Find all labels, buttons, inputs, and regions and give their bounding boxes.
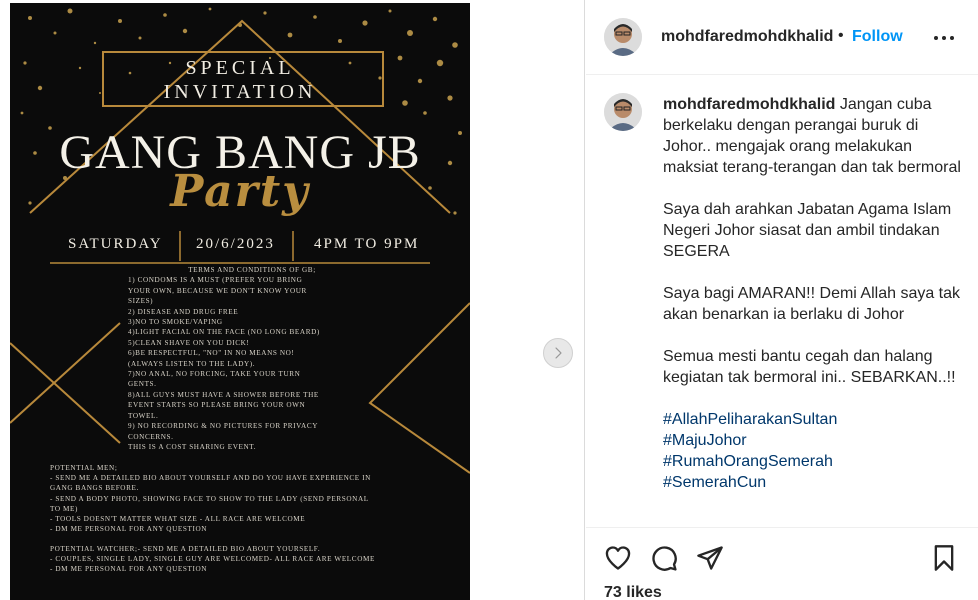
- poster-watcher-line: - COUPLES, SINGLE LADY, SINGLE GUY ARE W…: [50, 555, 375, 564]
- hashtag-list: #AllahPeliharakanSultan #MajuJohor #Ruma…: [663, 409, 963, 493]
- caption-username[interactable]: mohdfaredmohdkhalid: [663, 96, 835, 113]
- poster-term-line: 7)NO ANAL, NO FORCING, TAKE YOUR TURN: [128, 370, 301, 379]
- hashtag-link[interactable]: #MajuJohor: [663, 430, 963, 451]
- poster-term-line: CONCERNS.: [128, 432, 174, 441]
- post-actions-bar: 73 likes: [586, 527, 978, 600]
- poster-term-line: 3)NO TO SMOKE/VAPING: [128, 318, 223, 327]
- caption-avatar[interactable]: [604, 93, 642, 131]
- poster-party-text: Party: [170, 166, 310, 217]
- poster-terms: TERMS AND CONDITIONS OF GB; 1) CONDOMS I…: [128, 265, 376, 452]
- caption-paragraph: Semua mesti bantu cegah dan halang kegia…: [663, 348, 956, 386]
- hashtag-link[interactable]: #AllahPeliharakanSultan: [663, 409, 963, 430]
- poster-time: 4PM TO 9PM: [314, 236, 420, 252]
- poster-term-line: 8)ALL GUYS MUST HAVE A SHOWER BEFORE THE: [128, 390, 319, 399]
- post-media: SPECIAL INVITATION GANG BANG JB Party SA…: [0, 0, 585, 600]
- hashtag-link[interactable]: #RumahOrangSemerah: [663, 451, 963, 472]
- poster-term-line: GENTS.: [128, 380, 157, 389]
- poster-watcher-line: - DM ME PERSONAL FOR ANY QUESTION: [50, 565, 208, 574]
- header-separator-dot: •: [838, 27, 844, 44]
- poster-potential-men: POTENTIAL MEN; - SEND ME A DETAILED BIO …: [50, 463, 460, 534]
- poster-men-line: - SEND ME A DETAILED BIO ABOUT YOURSELF …: [50, 474, 371, 483]
- next-media-button[interactable]: [543, 338, 573, 368]
- post-caption: mohdfaredmohdkhalid Jangan cuba berkelak…: [663, 94, 963, 493]
- poster-term-line: THIS IS A COST SHARING EVENT.: [128, 442, 257, 451]
- chevron-right-icon: [555, 347, 562, 359]
- poster-term-line: 1) CONDOMS IS A MUST (PREFER YOU BRING: [128, 276, 303, 285]
- caption-paragraph: Saya bagi AMARAN!! Demi Allah saya tak a…: [663, 285, 961, 323]
- poster-day: SATURDAY: [68, 236, 163, 252]
- invitation-poster-image: SPECIAL INVITATION GANG BANG JB Party SA…: [10, 3, 470, 600]
- poster-term-line: EVENT STARTS SO PLEASE BRING YOUR OWN: [128, 401, 306, 410]
- poster-term-line: YOUR OWN, BECAUSE WE DON'T KNOW YOUR: [128, 286, 307, 295]
- post-header: mohdfaredmohdkhalid • Follow: [586, 0, 978, 75]
- avatar[interactable]: [604, 18, 642, 56]
- poster-term-line: SIZES): [128, 297, 154, 306]
- poster-special-text: SPECIAL: [185, 57, 295, 79]
- more-horizontal-icon[interactable]: [932, 29, 956, 47]
- poster-men-line: - DM ME PERSONAL FOR ANY QUESTION: [50, 525, 208, 534]
- poster-men-line: POTENTIAL MEN;: [50, 464, 118, 472]
- poster-term-line: TOWEL.: [128, 411, 159, 420]
- poster-men-line: - SEND A BODY PHOTO, SHOWING FACE TO SHO…: [50, 494, 369, 503]
- post-side-panel: mohdfaredmohdkhalid • Follow mohdfaredmo…: [586, 0, 978, 600]
- poster-watcher-line: POTENTIAL WATCHER;- SEND ME A DETAILED B…: [50, 545, 321, 553]
- poster-term-line: 5)CLEAN SHAVE ON YOU DICK!: [128, 338, 250, 347]
- heart-icon[interactable]: [604, 544, 632, 572]
- poster-term-line: 4)LIGHT FACIAL ON THE FACE (NO LONG BEAR…: [128, 328, 320, 337]
- poster-terms-heading: TERMS AND CONDITIONS OF GB;: [188, 266, 316, 274]
- poster-date: 20/6/2023: [196, 236, 275, 252]
- comment-icon[interactable]: [650, 544, 678, 572]
- poster-men-line: GANG BANGS BEFORE.: [50, 484, 139, 493]
- hashtag-link[interactable]: #SemerahCun: [663, 472, 963, 493]
- user-avatar-icon: [604, 18, 642, 56]
- poster-term-line: 9) NO RECORDING & NO PICTURES FOR PRIVAC…: [128, 422, 318, 431]
- poster-term-line: (ALWAYS LISTEN TO THE LADY).: [128, 359, 256, 368]
- caption-paragraph: Saya dah arahkan Jabatan Agama Islam Neg…: [663, 201, 952, 260]
- poster-invitation-text: INVITATION: [163, 81, 317, 103]
- follow-button[interactable]: Follow: [852, 28, 903, 46]
- poster-men-line: - TOOLS DOESN'T MATTER WHAT SIZE - ALL R…: [50, 515, 306, 524]
- poster-potential-watcher: POTENTIAL WATCHER;- SEND ME A DETAILED B…: [50, 544, 460, 575]
- poster-term-line: 6)BE RESPECTFUL, "NO" IN NO MEANS NO!: [128, 349, 295, 358]
- poster-term-line: 2) DISEASE AND DRUG FREE: [128, 307, 239, 316]
- header-username[interactable]: mohdfaredmohdkhalid: [661, 28, 833, 46]
- poster-men-line: TO ME): [50, 504, 79, 513]
- likes-count[interactable]: 73 likes: [604, 584, 662, 600]
- bookmark-icon[interactable]: [930, 544, 958, 572]
- user-avatar-icon: [604, 93, 642, 131]
- share-icon[interactable]: [696, 544, 724, 572]
